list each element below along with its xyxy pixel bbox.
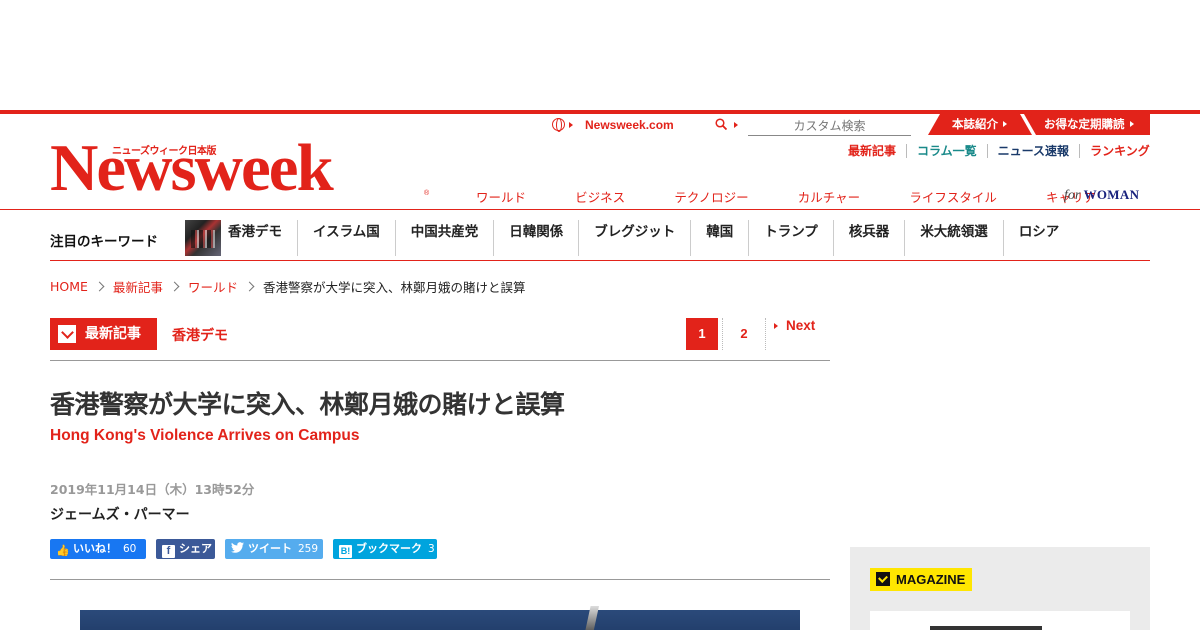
sub-nav-ranking[interactable]: ランキング: [1079, 144, 1160, 158]
for-woman-label: WOMAN: [1083, 187, 1140, 202]
hatena-b-icon: B!: [339, 545, 352, 558]
checkbox-icon: [876, 572, 890, 586]
like-count: 60: [123, 543, 137, 555]
page-1-button[interactable]: 1: [686, 318, 718, 350]
article-author[interactable]: ジェームズ・パーマー: [50, 504, 190, 524]
breadcrumb-world[interactable]: ワールド: [188, 277, 238, 296]
tweet-count: 259: [298, 543, 319, 555]
article-hero-image: [80, 610, 800, 630]
hatena-count: 3: [428, 543, 435, 555]
keyword-item[interactable]: ブレグジット: [579, 220, 692, 256]
arrow-right-icon: [569, 122, 573, 128]
nav-technology[interactable]: テクノロジー: [674, 187, 748, 206]
subscribe-tab[interactable]: お得な定期購読: [1020, 114, 1150, 135]
arrow-right-icon: [1003, 121, 1007, 127]
hatena-bookmark-button[interactable]: B! ブックマーク 3: [333, 539, 437, 559]
magazine-cover-image[interactable]: [930, 626, 1042, 630]
keyword-item[interactable]: 香港デモ: [221, 220, 298, 256]
next-page-button[interactable]: Next: [774, 318, 815, 350]
nav-world[interactable]: ワールド: [476, 187, 526, 206]
twitter-bird-icon: [231, 542, 244, 553]
sub-nav-breaking[interactable]: ニュース速報: [986, 144, 1079, 158]
keyword-item[interactable]: 中国共産党: [396, 220, 495, 256]
category-nav: ワールド ビジネス テクノロジー カルチャー ライフスタイル キャリア: [476, 187, 1096, 206]
article-rule: [50, 579, 830, 580]
section-tag[interactable]: 香港デモ: [172, 325, 228, 345]
keyword-list: 香港デモ イスラム国 中国共産党 日韓関係 ブレグジット 韓国 トランプ 核兵器…: [221, 220, 1074, 256]
arrow-right-icon: [734, 122, 738, 128]
chevron-right-icon: [94, 281, 105, 292]
pagination-divider: [722, 318, 723, 350]
for-woman-link[interactable]: for WOMAN: [1064, 187, 1139, 204]
sub-nav-columns[interactable]: コラム一覧: [906, 144, 987, 158]
nav-lifestyle[interactable]: ライフスタイル: [909, 187, 997, 206]
subscribe-label: お得な定期購読: [1044, 117, 1125, 131]
thumbs-up-icon: 👍: [56, 545, 70, 557]
keyword-bar-rule: [50, 260, 1150, 261]
facebook-like-button[interactable]: 👍 いいね！ 60: [50, 539, 146, 559]
keyword-item[interactable]: 韓国: [691, 220, 750, 256]
newsweek-com-link[interactable]: Newsweek.com: [585, 118, 674, 132]
pagination-divider: [765, 318, 766, 350]
keyword-item[interactable]: 日韓関係: [494, 220, 580, 256]
globe-icon[interactable]: [552, 118, 565, 132]
article-date: 2019年11月14日（木）13時52分: [50, 482, 255, 497]
sub-nav-latest[interactable]: 最新記事: [838, 144, 906, 158]
header-bottom-rule: [0, 209, 1200, 210]
nav-culture[interactable]: カルチャー: [798, 187, 860, 206]
keyword-bar-title: 注目のキーワード: [50, 234, 158, 250]
sub-nav: 最新記事 コラム一覧 ニュース速報 ランキング: [838, 144, 1160, 158]
chevron-right-icon: [169, 281, 180, 292]
facebook-share-button[interactable]: f シェア: [156, 539, 215, 559]
for-woman-prefix: for: [1064, 188, 1081, 203]
breadcrumb-home[interactable]: HOME: [50, 279, 88, 294]
checkbox-icon: [58, 325, 76, 343]
article-subtitle: Hong Kong's Violence Arrives on Campus: [50, 427, 360, 444]
breadcrumb-current: 香港警察が大学に突入、林鄭月娥の賭けと誤算: [262, 280, 526, 295]
search-icon[interactable]: [715, 118, 727, 130]
chevron-right-icon: [244, 281, 255, 292]
keyword-item[interactable]: ロシア: [1004, 220, 1075, 256]
tweet-button[interactable]: ツイート 259: [225, 539, 323, 559]
hatena-label: ブックマーク: [356, 542, 422, 555]
keyword-item[interactable]: イスラム国: [298, 220, 396, 256]
logo-japanese-edition: ニューズウィーク日本版: [112, 146, 217, 157]
section-rule: [50, 360, 830, 361]
tweet-label: ツイート: [248, 542, 292, 555]
page-2-button[interactable]: 2: [728, 318, 760, 350]
keyword-item[interactable]: 核兵器: [834, 220, 906, 256]
breadcrumb: HOME 最新記事 ワールド 香港警察が大学に突入、林鄭月娥の賭けと誤算: [50, 277, 525, 296]
keyword-thumbnail[interactable]: [185, 220, 221, 256]
header-top-rule: [0, 110, 1200, 114]
about-magazine-tab[interactable]: 本誌紹介: [928, 114, 1036, 135]
logo-registered-mark: ®: [424, 190, 430, 197]
arrow-right-icon: [774, 323, 778, 329]
share-label: シェア: [179, 542, 212, 555]
breadcrumb-latest[interactable]: 最新記事: [113, 277, 163, 296]
next-label: Next: [786, 318, 816, 333]
nav-business[interactable]: ビジネス: [575, 187, 625, 206]
like-label: いいね！: [73, 542, 117, 555]
article-title: 香港警察が大学に突入、林鄭月娥の賭けと誤算: [50, 390, 565, 419]
keyword-item[interactable]: トランプ: [749, 220, 834, 256]
search-input[interactable]: [748, 116, 911, 136]
keyword-item[interactable]: 米大統領選: [905, 220, 1004, 256]
about-magazine-label: 本誌紹介: [952, 117, 998, 131]
arrow-right-icon: [1129, 121, 1134, 127]
facebook-icon: f: [162, 545, 175, 558]
